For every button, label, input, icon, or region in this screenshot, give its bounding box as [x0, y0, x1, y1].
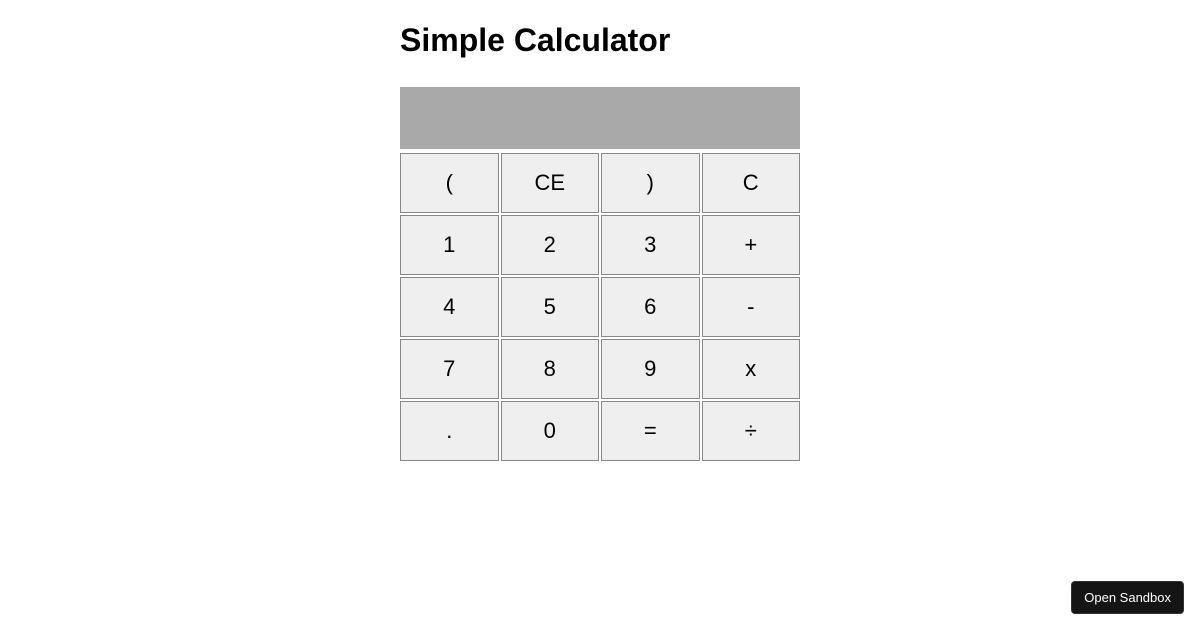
- subtract-button[interactable]: -: [702, 277, 801, 337]
- calculator-display[interactable]: [400, 87, 800, 149]
- equals-button[interactable]: =: [601, 401, 700, 461]
- digit-3-button[interactable]: 3: [601, 215, 700, 275]
- open-sandbox-button[interactable]: Open Sandbox: [1071, 581, 1184, 614]
- app-container: Simple Calculator ( CE ) C 1 2 3 + 4 5 6…: [400, 0, 800, 461]
- add-button[interactable]: +: [702, 215, 801, 275]
- open-paren-button[interactable]: (: [400, 153, 499, 213]
- page-title: Simple Calculator: [400, 22, 800, 59]
- digit-8-button[interactable]: 8: [501, 339, 600, 399]
- digit-6-button[interactable]: 6: [601, 277, 700, 337]
- keypad: ( CE ) C 1 2 3 + 4 5 6 - 7 8 9 x . 0 = ÷: [400, 153, 800, 461]
- digit-4-button[interactable]: 4: [400, 277, 499, 337]
- digit-9-button[interactable]: 9: [601, 339, 700, 399]
- calculator: ( CE ) C 1 2 3 + 4 5 6 - 7 8 9 x . 0 = ÷: [400, 87, 800, 461]
- digit-7-button[interactable]: 7: [400, 339, 499, 399]
- digit-1-button[interactable]: 1: [400, 215, 499, 275]
- close-paren-button[interactable]: ): [601, 153, 700, 213]
- digit-5-button[interactable]: 5: [501, 277, 600, 337]
- digit-2-button[interactable]: 2: [501, 215, 600, 275]
- clear-button[interactable]: C: [702, 153, 801, 213]
- digit-0-button[interactable]: 0: [501, 401, 600, 461]
- multiply-button[interactable]: x: [702, 339, 801, 399]
- divide-button[interactable]: ÷: [702, 401, 801, 461]
- clear-entry-button[interactable]: CE: [501, 153, 600, 213]
- decimal-button[interactable]: .: [400, 401, 499, 461]
